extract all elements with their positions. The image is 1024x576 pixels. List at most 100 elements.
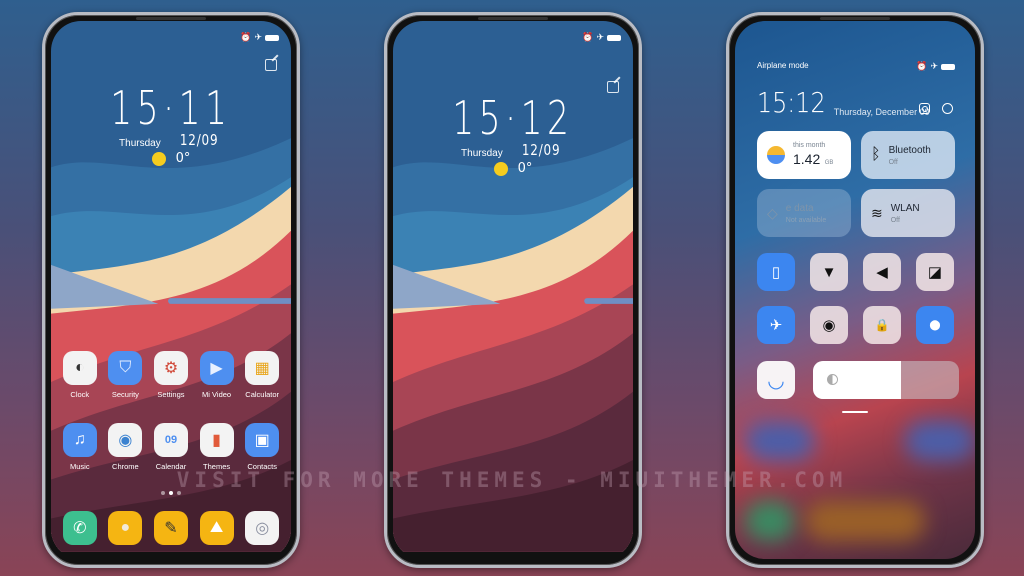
dock-browser[interactable]: ● [103,511,147,545]
mobile-data-status: Not available [785,216,827,224]
dock-camera[interactable]: ◎ [240,511,284,545]
data-usage-tile[interactable]: this month 1.42 GB [757,131,851,179]
music-icon: ♫ [62,423,97,457]
phone-lock-screen: ⏰ ✈ 15·12 Thursday 12/09 0° [384,12,642,568]
clock-hours: 15 [110,81,164,135]
header-actions [919,103,953,114]
contrast-icon: ◪ [927,264,943,281]
bluetooth-tile[interactable]: ᛒ Bluetooth Off [861,131,955,179]
sound-toggle[interactable]: ◀ [863,253,901,291]
app-chrome[interactable]: ◉ Chrome [103,423,147,471]
wifi-icon: ≋ [871,204,883,221]
clock-date: 12/09 [521,141,561,159]
camera-icon: ◎ [245,511,280,545]
speaker-icon: ◀ [876,264,888,281]
dark-mode-toggle[interactable]: ◉ [810,306,848,344]
blurred-app [745,421,815,461]
blurred-app [805,501,925,541]
phone-home-screen: ⏰ ✈ 15·11 Thursday 12/09 0° ◐ Clock ⛉ Secu… [42,12,300,568]
drag-handle[interactable] [842,411,868,413]
clock-date: 12/09 [179,131,219,149]
battery-icon [265,34,279,41]
bluetooth-status: Off [888,158,898,166]
vibrate-toggle[interactable]: ▯ [757,253,795,291]
weather-widget[interactable]: 0° [51,151,291,166]
themes-icon: ▮ [199,423,234,457]
app-label: Music [70,462,90,471]
sun-icon [493,161,508,176]
page-dot-active[interactable] [169,491,173,495]
app-label: Settings [157,390,185,399]
brightness-slider[interactable] [813,361,959,399]
wlan-tile[interactable]: ≋ WLAN Off [861,189,955,237]
weather-widget[interactable]: 0° [393,161,633,176]
bluetooth-icon: ᛒ [871,146,881,163]
data-usage-title: this month [793,141,826,149]
edit-icon[interactable] [607,81,619,93]
dock-gallery[interactable]: ⛰ [195,511,239,545]
temperature: 0° [175,151,191,166]
app-clock[interactable]: ◐ Clock [58,351,102,399]
app-calculator[interactable]: ▦ Calculator [240,351,284,399]
lock-clock-widget[interactable]: 15·11 Thursday 12/09 0° [51,83,291,166]
data-usage-icon [767,146,785,164]
page-dot[interactable] [161,491,165,495]
face-unlock-toggle[interactable]: ◡ [757,361,795,399]
app-row-2: ♫ Music ◉ Chrome 09 Calendar ▮ Themes ▣ Conta… [51,423,291,471]
edit-icon[interactable] [942,103,953,114]
app-label: Security [111,390,139,399]
lock-clock-widget[interactable]: 15·12 Thursday 12/09 0° [393,93,633,176]
app-settings[interactable]: ⚙ Settings [149,351,193,399]
airplane-icon: ✈ [769,317,783,334]
carrier-text: Airplane mode [757,61,809,70]
blurred-app [905,421,975,461]
app-music[interactable]: ♫ Music [58,423,102,471]
app-themes[interactable]: ▮ Themes [195,423,239,471]
flashlight-icon: ▼ [821,263,837,281]
phone-icon: ✆ [62,511,97,545]
sun-icon [151,151,166,166]
dock-notes[interactable]: ✎ [149,511,193,545]
earpiece [820,17,890,20]
app-security[interactable]: ⛉ Security [103,351,147,399]
calculator-icon: ▦ [245,351,280,385]
temperature: 0° [517,161,533,176]
notes-icon: ✎ [153,511,188,545]
app-contacts[interactable]: ▣ Contacts [240,423,284,471]
status-bar: ⏰ ✈ [916,61,955,72]
lock-icon: 🔒 [874,318,890,332]
earpiece [478,17,548,20]
airplane-toggle[interactable]: ✈ [757,306,795,344]
settings-icon[interactable] [919,103,930,114]
flashlight-toggle[interactable]: ▼ [810,253,848,291]
app-label: Calculator [245,390,280,399]
status-bar: ⏰ ✈ [240,33,279,42]
control-center-clock: 15:12 Thursday, December 09 [757,89,930,118]
control-center: Airplane mode ⏰ ✈ 15:12 Thursday, Decemb… [735,21,975,559]
airplane-icon: ✈ [254,32,262,42]
auto-brightness-toggle[interactable]: ◪ [916,253,954,291]
app-mi-video[interactable]: ▶ Mi Video [195,351,239,399]
mobile-data-tile[interactable]: ◇ e data Not available [757,189,851,237]
clock-minutes: 11 [178,81,232,135]
location-toggle[interactable]: ⬤ [916,306,954,344]
chrome-icon: ◉ [108,423,143,457]
app-label: Chrome [112,462,139,471]
brightness-icon [827,374,838,385]
shield-icon: ⛉ [108,351,143,385]
lock-toggle[interactable]: 🔒 [863,306,901,344]
wlan-title: WLAN [890,202,920,214]
home-screen: ⏰ ✈ 15·11 Thursday 12/09 0° ◐ Clock ⛉ Secu… [51,21,291,559]
page-dot[interactable] [177,491,181,495]
app-calendar[interactable]: 09 Calendar [149,423,193,471]
airplane-icon: ✈ [930,61,938,71]
mobile-data-title: e data [785,202,814,214]
bluetooth-title: Bluetooth [888,144,931,156]
edit-icon[interactable] [265,59,277,71]
alarm-icon: ⏰ [582,32,594,42]
settings-icon: ⚙ [153,351,188,385]
location-icon: ⬤ [929,319,941,331]
data-usage-unit: GB [824,159,834,166]
dock-phone[interactable]: ✆ [58,511,102,545]
wlan-status: Off [890,216,900,224]
